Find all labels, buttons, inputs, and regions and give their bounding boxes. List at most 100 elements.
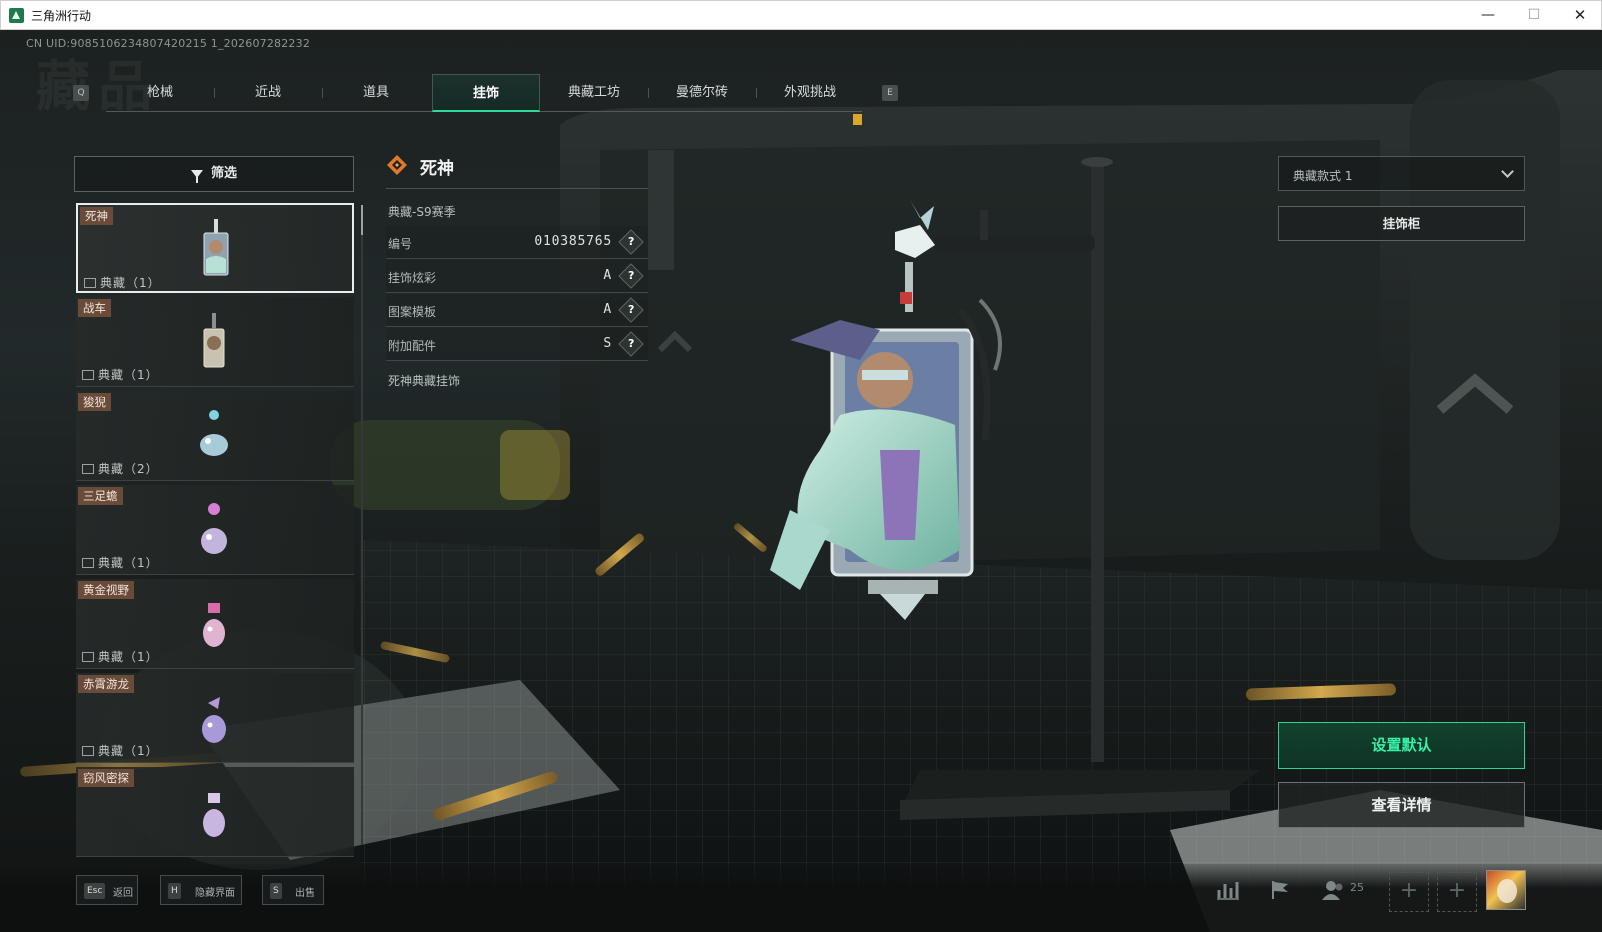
- list-scrollbar[interactable]: [361, 205, 363, 845]
- row-value: 010385765: [534, 234, 612, 249]
- item-name: 赤霄游龙: [78, 675, 134, 693]
- charm-thumbnail-icon: [203, 603, 225, 647]
- stats-chart-icon[interactable]: [1214, 878, 1242, 902]
- collection-icon: [82, 652, 94, 662]
- hotkey-key: H: [168, 883, 181, 899]
- collection-icon: [82, 746, 94, 756]
- hotkey-label: 返回: [113, 888, 133, 899]
- list-item-reaper[interactable]: 死神 典藏（1）: [76, 203, 354, 293]
- item-tag: 典藏（1）: [82, 366, 159, 383]
- hotkey-key: S: [270, 883, 282, 899]
- list-item-suanni[interactable]: 狻猊 典藏（2）: [76, 391, 354, 481]
- window-title: 三角洲行动: [31, 9, 92, 23]
- item-name: 窃风密探: [78, 769, 134, 787]
- next-tab-key[interactable]: E: [882, 85, 898, 101]
- item-name: 三足蟾: [78, 487, 123, 505]
- row-value: S: [603, 336, 612, 351]
- charm-thumbnail-icon: [200, 410, 228, 456]
- filter-label: 筛选: [210, 166, 237, 181]
- item-name: 战车: [78, 299, 111, 317]
- charm-thumbnail-icon: [202, 697, 226, 743]
- category-tabs: 枪械 近战 道具 挂饰 典藏工坊 曼德尔砖 外观挑战: [106, 74, 864, 125]
- tab-props[interactable]: 道具: [322, 74, 430, 112]
- tab-charms[interactable]: 挂饰: [432, 74, 540, 112]
- style-select[interactable]: 典藏款式 1: [1278, 156, 1525, 191]
- view-details-button[interactable]: 查看详情: [1278, 782, 1525, 828]
- help-icon[interactable]: ?: [618, 297, 644, 323]
- item-tag: 典藏（1）: [82, 554, 159, 571]
- prev-tab-key[interactable]: Q: [73, 85, 89, 101]
- collection-icon: [82, 370, 94, 380]
- collection-icon: [82, 558, 94, 568]
- hide-ui-hotkey[interactable]: H 隐藏界面: [160, 875, 242, 905]
- help-icon[interactable]: ?: [618, 331, 644, 357]
- list-item-chixiao-dragon[interactable]: 赤霄游龙 典藏（1）: [76, 673, 354, 763]
- info-row-color: 挂饰炫彩 A ?: [386, 260, 648, 293]
- scrollbar-thumb[interactable]: [361, 205, 363, 235]
- help-icon[interactable]: ?: [618, 263, 644, 289]
- rarity-diamond-icon: [387, 155, 407, 175]
- row-label: 附加配件: [388, 339, 437, 353]
- charm-description: 死神典藏挂饰: [388, 374, 461, 388]
- item-tag: 典藏（2）: [82, 460, 159, 477]
- hotkey-label: 出售: [295, 888, 315, 899]
- collection-icon: [84, 278, 96, 288]
- friends-icon[interactable]: [1320, 878, 1348, 902]
- list-item-wind-spy[interactable]: 窃风密探: [76, 767, 354, 857]
- list-item-chariot[interactable]: 战车 典藏（1）: [76, 297, 354, 387]
- filter-icon: [190, 170, 203, 183]
- row-label: 挂饰炫彩: [388, 271, 437, 285]
- charm-thumbnail-icon: [203, 219, 229, 276]
- collection-icon: [82, 464, 94, 474]
- add-slot-button[interactable]: +: [1389, 872, 1429, 912]
- row-value: A: [603, 268, 612, 283]
- divider: [386, 188, 648, 189]
- new-indicator-badge: [853, 114, 862, 125]
- list-item-golden-vision[interactable]: 黄金视野 典藏（1）: [76, 579, 354, 669]
- charm-list: 死神 典藏（1） 战车 典藏（1） 狻猊 典藏（2） 三足蟾 典藏（1） 黄金视…: [76, 203, 354, 883]
- filter-button[interactable]: 筛选: [74, 156, 354, 192]
- charm-thumbnail-icon: [203, 313, 225, 368]
- row-label: 图案模板: [388, 305, 437, 319]
- chevron-down-icon: [1501, 165, 1514, 178]
- set-default-button[interactable]: 设置默认: [1278, 722, 1525, 769]
- hotkey-key: Esc: [84, 883, 106, 899]
- tab-collection-workshop[interactable]: 典藏工坊: [540, 74, 648, 112]
- back-hotkey[interactable]: Esc 返回: [76, 875, 138, 905]
- item-name: 狻猊: [78, 393, 111, 411]
- charm-cabinet-button[interactable]: 挂饰柜: [1278, 206, 1525, 241]
- app-logo-icon: [9, 8, 24, 23]
- game-viewport: CN UID:9085106234807420215 1_20260728223…: [0, 30, 1602, 932]
- maximize-button[interactable]: ☐: [1511, 1, 1557, 30]
- flag-icon[interactable]: [1266, 878, 1294, 902]
- charm-title: 死神: [420, 159, 454, 179]
- friends-count: 25: [1350, 881, 1364, 894]
- list-item-three-legged-toad[interactable]: 三足蟾 典藏（1）: [76, 485, 354, 575]
- close-button[interactable]: ✕: [1557, 1, 1602, 30]
- sell-hotkey[interactable]: S 出售: [262, 875, 324, 905]
- charm-thumbnail-icon: [203, 793, 225, 837]
- charm-season: 典藏-S9赛季: [388, 205, 456, 219]
- tab-appearance-challenge[interactable]: 外观挑战: [756, 74, 864, 112]
- item-name: 死神: [80, 207, 113, 225]
- charm-thumbnail-icon: [201, 503, 227, 554]
- minimize-button[interactable]: —: [1465, 1, 1511, 30]
- item-name: 黄金视野: [78, 581, 134, 599]
- help-icon[interactable]: ?: [618, 229, 644, 255]
- info-row-serial: 编号 010385765 ?: [386, 226, 648, 259]
- info-row-accessory: 附加配件 S ?: [386, 328, 648, 361]
- item-tag: 典藏（1）: [84, 274, 161, 291]
- item-tag: 典藏（1）: [82, 648, 159, 665]
- avatar[interactable]: [1486, 870, 1526, 910]
- style-select-value: 典藏款式 1: [1293, 169, 1353, 183]
- add-slot-button[interactable]: +: [1437, 872, 1477, 912]
- row-label: 编号: [388, 237, 413, 251]
- item-tag: 典藏（1）: [82, 742, 159, 759]
- tab-mandel-brick[interactable]: 曼德尔砖: [648, 74, 756, 112]
- tab-melee[interactable]: 近战: [214, 74, 322, 112]
- window-titlebar: 三角洲行动 — ☐ ✕: [0, 0, 1602, 30]
- info-row-pattern: 图案模板 A ?: [386, 294, 648, 327]
- tab-firearms[interactable]: 枪械: [106, 74, 214, 112]
- hotkey-label: 隐藏界面: [195, 888, 235, 899]
- row-value: A: [603, 302, 612, 317]
